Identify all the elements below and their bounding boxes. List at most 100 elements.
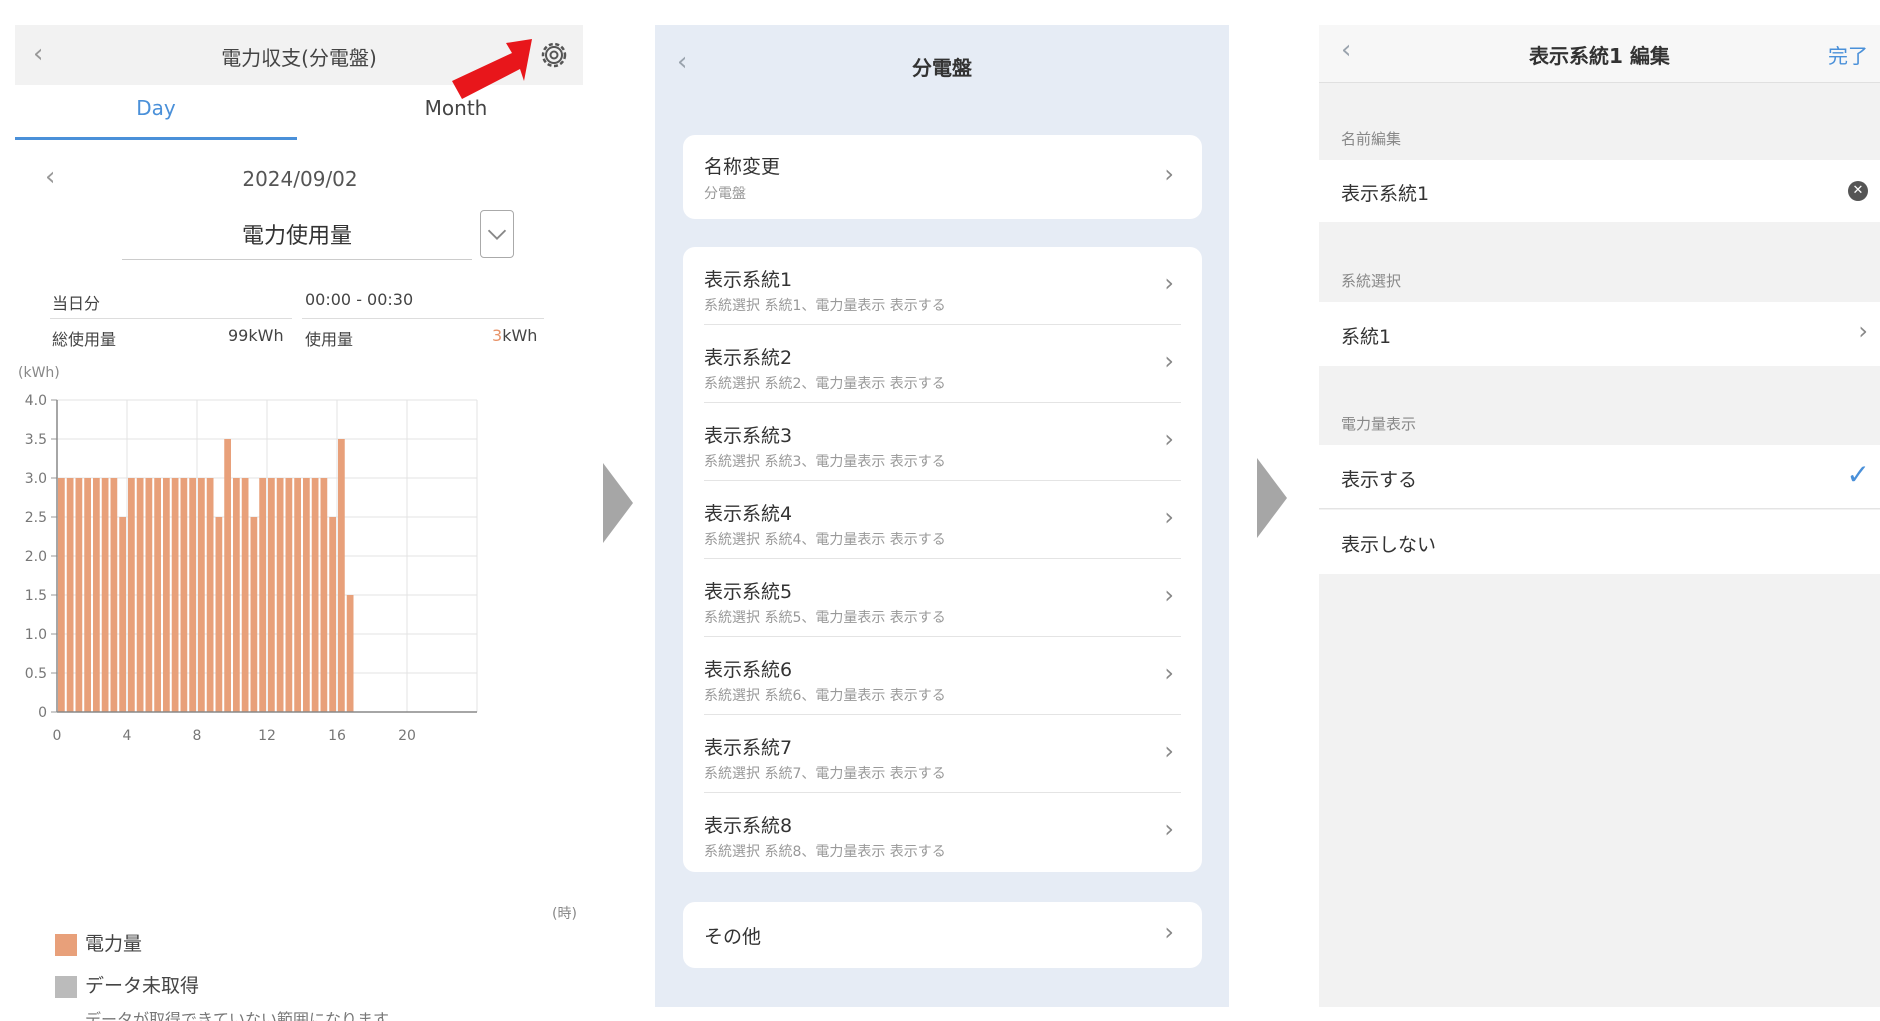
system-row-2[interactable]: 表示系統2 系統選択 系統2、電力量表示 表示する › [683, 325, 1202, 403]
chart-bar [171, 478, 179, 712]
system-row-label: 表示系統6 [704, 659, 793, 681]
page-title: 表示系統1 編集 [1529, 44, 1670, 68]
rename-label: 名称変更 [704, 156, 781, 178]
option-hide[interactable]: 表示しない [1319, 510, 1880, 574]
gear-icon[interactable] [537, 38, 571, 72]
system-row-6[interactable]: 表示系統6 系統選択 系統6、電力量表示 表示する › [683, 637, 1202, 715]
y-tick-label: 2.0 [25, 549, 47, 565]
chart-bar [241, 478, 249, 712]
usage-unit: kWh [502, 326, 538, 345]
system-row-5[interactable]: 表示系統5 系統選択 系統5、電力量表示 表示する › [683, 559, 1202, 637]
legend-swatch [55, 933, 77, 956]
chart-bar [101, 478, 109, 712]
section-label-name: 名前編集 [1341, 130, 1402, 148]
total-unit: kWh [248, 326, 284, 345]
system-row-sub: 系統選択 系統4、電力量表示 表示する [704, 532, 946, 548]
system-row-8[interactable]: 表示系統8 系統選択 系統8、電力量表示 表示する › [683, 793, 1202, 871]
chart-bar [294, 478, 301, 712]
chart-bar [276, 478, 284, 712]
legend-swatch [55, 975, 77, 998]
system-row-label: 表示系統3 [704, 425, 793, 447]
option-show-label: 表示する [1341, 469, 1418, 491]
panel-settings-screen: ‹ 分電盤 名称変更 分電盤 › 表示系統1 系統選択 系統1、電力量表示 表示す… [655, 25, 1229, 1007]
system-row-sub: 系統選択 系統5、電力量表示 表示する [704, 610, 946, 626]
system-row-7[interactable]: 表示系統7 系統選択 系統7、電力量表示 表示する › [683, 715, 1202, 793]
option-show[interactable]: 表示する ✓ [1319, 445, 1880, 509]
done-button[interactable]: 完了 [1828, 40, 1868, 69]
chevron-down-icon[interactable] [480, 210, 514, 258]
chart-bar [311, 478, 319, 712]
chart-bar [119, 517, 126, 712]
chart-bar [268, 478, 275, 712]
time-range: 00:00 - 00:30 [305, 290, 414, 309]
date-navigator: ‹ 2024/09/02 [40, 160, 570, 196]
total-usage: 99kWh [228, 326, 284, 345]
x-tick-label: 0 [53, 728, 62, 744]
x-tick-label: 20 [398, 728, 416, 744]
system-select-row[interactable]: 系統1 › [1319, 302, 1880, 366]
legend-item-power: 電力量 [55, 929, 575, 956]
metric-select[interactable]: 電力使用量 [122, 218, 472, 260]
current-date: 2024/09/02 [242, 167, 358, 191]
edit-header: ‹ 表示系統1 編集 完了 [1319, 25, 1880, 83]
x-axis-unit: (時) [552, 906, 577, 922]
chart-bar [75, 478, 83, 712]
chart-bar [303, 478, 310, 712]
chart-bar [224, 439, 231, 712]
legend-label: 電力量 [85, 933, 143, 955]
chart-bar [66, 478, 74, 712]
next-step-arrow-icon [603, 463, 633, 543]
system-row-1[interactable]: 表示系統1 系統選択 系統1、電力量表示 表示する › [683, 247, 1202, 325]
chevron-right-icon: › [1164, 269, 1174, 297]
chart-bar [206, 478, 214, 712]
name-input-value: 表示系統1 [1341, 183, 1430, 205]
y-tick-label: 0.5 [25, 666, 47, 682]
x-tick-label: 8 [193, 728, 202, 744]
system-row-4[interactable]: 表示系統4 系統選択 系統4、電力量表示 表示する › [683, 481, 1202, 559]
chart-bar [110, 478, 118, 712]
total-label: 総使用量 [52, 330, 117, 349]
clear-icon[interactable]: ✕ [1848, 181, 1868, 201]
chart-bar [259, 478, 266, 712]
chart-bar [233, 478, 240, 712]
system-row-sub: 系統選択 系統3、電力量表示 表示する [704, 454, 946, 470]
system-row-label: 表示系統4 [704, 503, 793, 525]
usage-label: 使用量 [305, 330, 354, 349]
chevron-right-icon: › [1164, 659, 1174, 687]
system-row-label: 表示系統5 [704, 581, 793, 603]
chart-bar [180, 478, 188, 712]
section-label-display: 電力量表示 [1341, 415, 1417, 433]
system-row-sub: 系統選択 系統6、電力量表示 表示する [704, 688, 946, 704]
system-row-sub: 系統選択 系統7、電力量表示 表示する [704, 766, 946, 782]
rename-card: 名称変更 分電盤 › [683, 135, 1202, 219]
stat-divider [302, 318, 544, 319]
rename-row[interactable]: 名称変更 分電盤 › [683, 135, 1202, 219]
chevron-right-icon: › [1164, 815, 1174, 843]
chart-bar [93, 478, 100, 712]
system-edit-screen: ‹ 表示系統1 編集 完了 名前編集 表示系統1 ✕ 系統選択 系統1 › 電力… [1319, 25, 1880, 1007]
other-row[interactable]: その他 › [683, 902, 1202, 968]
other-card: その他 › [683, 902, 1202, 968]
chart-bar [329, 517, 336, 712]
period-label: 当日分 [52, 294, 101, 313]
chart-bar [84, 478, 91, 712]
chart-bar [163, 478, 170, 712]
tab-month[interactable]: Month [315, 85, 597, 140]
option-hide-label: 表示しない [1341, 534, 1437, 556]
checkmark-icon: ✓ [1846, 458, 1870, 491]
system-value: 系統1 [1341, 326, 1392, 348]
system-row-3[interactable]: 表示系統3 系統選択 系統3、電力量表示 表示する › [683, 403, 1202, 481]
system-row-label: 表示系統8 [704, 815, 793, 837]
chevron-right-icon: › [1164, 503, 1174, 531]
y-tick-label: 1.0 [25, 627, 47, 643]
legend-item-missing: データ未取得 [55, 971, 575, 998]
system-row-sub: 系統選択 系統8、電力量表示 表示する [704, 844, 946, 860]
system-row-sub: 系統選択 系統2、電力量表示 表示する [704, 376, 946, 392]
name-field[interactable]: 表示系統1 ✕ [1319, 160, 1880, 222]
y-tick-label: 1.5 [25, 588, 47, 604]
chart-bar [250, 517, 258, 712]
tab-day[interactable]: Day [15, 85, 297, 140]
y-tick-label: 2.5 [25, 510, 47, 526]
chart-bar [128, 478, 135, 712]
x-tick-label: 4 [123, 728, 132, 744]
